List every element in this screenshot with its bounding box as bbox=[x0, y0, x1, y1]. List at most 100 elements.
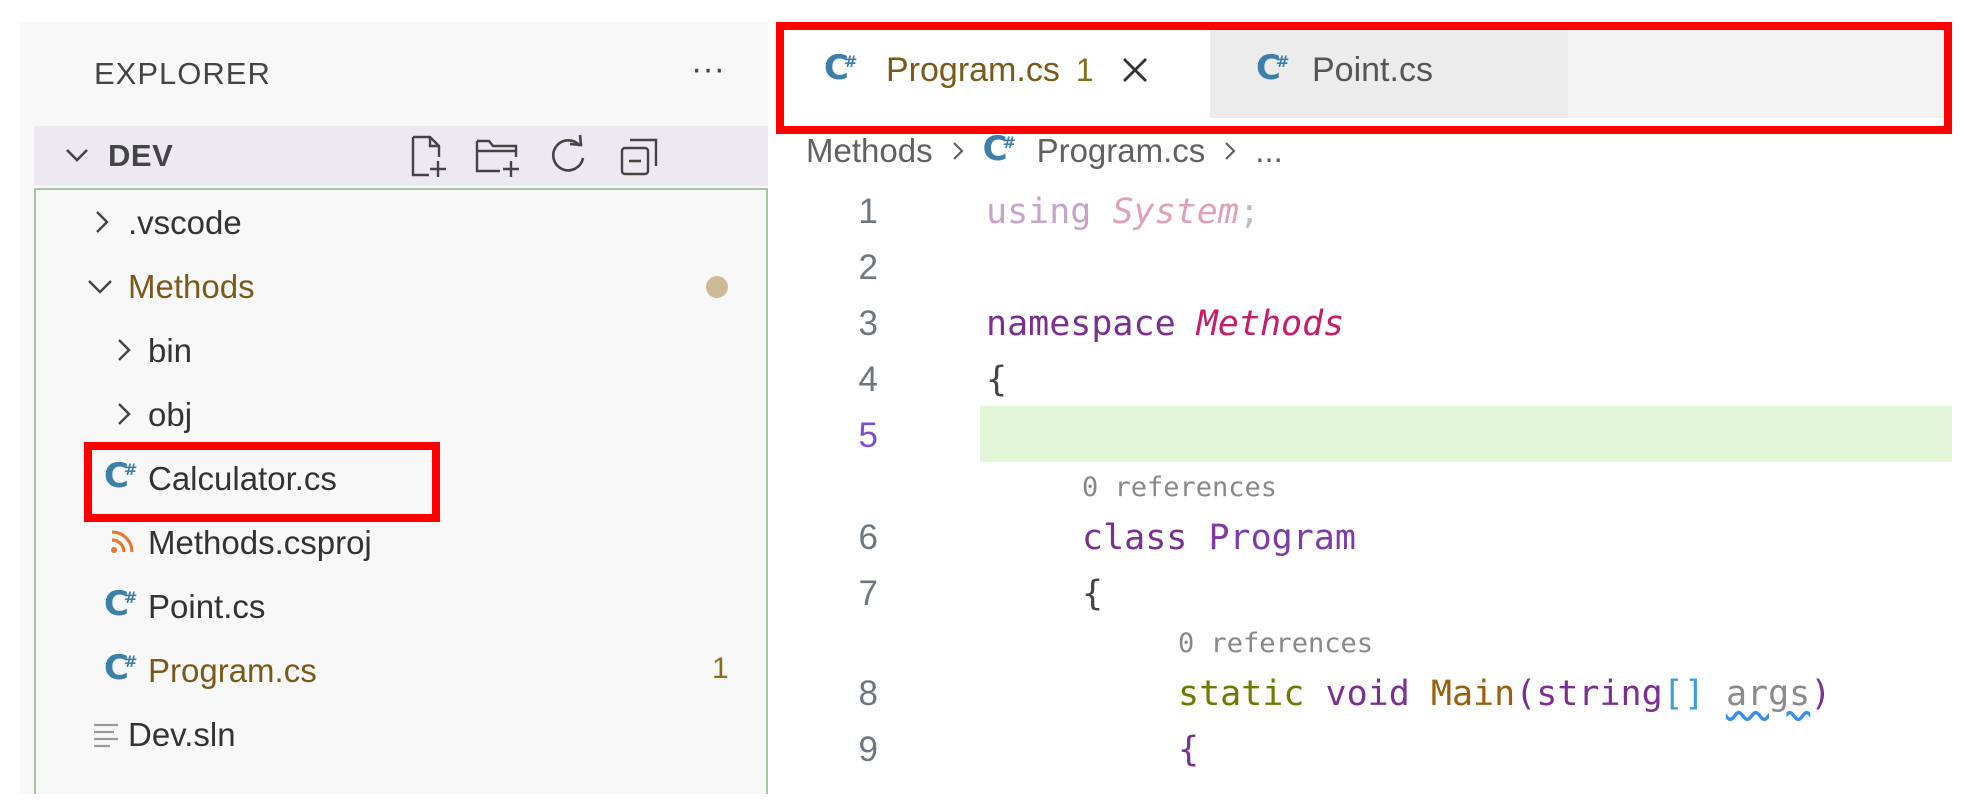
more-actions-icon[interactable]: ··· bbox=[678, 44, 738, 94]
code-line[interactable]: 5 bbox=[768, 406, 1952, 462]
code-token: string bbox=[1536, 674, 1663, 714]
code-line[interactable]: 8 static void Main(string[] args) bbox=[768, 664, 1952, 720]
code-line[interactable]: 1 using System; bbox=[768, 182, 1952, 238]
file-tree: .vscode Methods bin obj C # Calculator.cs bbox=[34, 188, 768, 794]
line-number: 7 bbox=[858, 574, 878, 613]
tree-item-label: Dev.sln bbox=[128, 716, 236, 753]
explorer-title: EXPLORER bbox=[94, 56, 271, 91]
tree-item-label: obj bbox=[148, 396, 193, 433]
tree-item-label: Program.cs bbox=[148, 652, 317, 689]
current-line-highlight bbox=[980, 406, 1952, 462]
code-line[interactable]: 2 bbox=[768, 238, 1952, 294]
line-number: 8 bbox=[858, 674, 878, 713]
refresh-icon[interactable] bbox=[544, 132, 592, 180]
code-token: args bbox=[1725, 674, 1811, 714]
collapse-all-icon[interactable] bbox=[616, 132, 664, 180]
rss-icon bbox=[111, 530, 134, 553]
code-text: static void Main(string[] args) bbox=[1178, 674, 1831, 714]
editor-area: C # Program.cs 1 C # Point.cs Methods C # P… bbox=[768, 22, 1952, 794]
code-token: class bbox=[1082, 518, 1188, 558]
tab-problem-badge: 1 bbox=[1075, 51, 1094, 88]
chevron-right-icon bbox=[118, 339, 131, 361]
new-folder-icon[interactable] bbox=[474, 132, 522, 180]
tree-item-label: Point.cs bbox=[148, 588, 266, 625]
line-number: 3 bbox=[858, 304, 878, 343]
line-number: 1 bbox=[858, 192, 878, 231]
chevron-right-icon bbox=[96, 211, 109, 233]
code-token: namespace bbox=[986, 304, 1176, 344]
tab-label: Program.cs bbox=[886, 50, 1060, 89]
code-token: ( bbox=[1515, 674, 1537, 714]
line-number: 4 bbox=[858, 360, 878, 399]
tree-item-point-cs[interactable]: C # Point.cs bbox=[36, 574, 766, 638]
tree-item-label: bin bbox=[148, 332, 193, 369]
codelens-references[interactable]: 0 references bbox=[1178, 628, 1373, 659]
tree-item-bin[interactable]: bin bbox=[36, 318, 766, 382]
explorer-sidebar: EXPLORER ··· DEV .vscode Methods bin obj… bbox=[20, 22, 768, 794]
section-header-dev[interactable]: DEV bbox=[34, 126, 768, 186]
code-text: { bbox=[1082, 574, 1103, 614]
tree-item-vscode[interactable]: .vscode bbox=[36, 190, 766, 254]
line-number: 2 bbox=[858, 248, 878, 287]
line-number: 9 bbox=[858, 730, 878, 769]
chevron-right-icon bbox=[1225, 142, 1236, 160]
tree-item-label: Calculator.cs bbox=[148, 460, 337, 497]
code-token: { bbox=[1178, 730, 1200, 770]
tab-program-cs[interactable]: C # Program.cs 1 bbox=[768, 22, 1210, 118]
tree-item-label: .vscode bbox=[128, 204, 242, 241]
chevron-right-icon bbox=[952, 142, 964, 160]
chevron-down-icon bbox=[66, 149, 88, 162]
csharp-file-icon: C # bbox=[104, 456, 138, 496]
code-line[interactable]: 4{ bbox=[768, 350, 1952, 406]
code-token: { bbox=[986, 360, 1008, 400]
codelens-references[interactable]: 0 references bbox=[1082, 472, 1277, 503]
line-number: 5 bbox=[858, 416, 878, 455]
line-number: 6 bbox=[858, 518, 878, 557]
problem-count-badge: 1 bbox=[712, 652, 729, 685]
breadcrumb-file[interactable]: Program.cs bbox=[1037, 132, 1206, 170]
tree-item-methods[interactable]: Methods bbox=[36, 254, 766, 318]
code-token: [] bbox=[1662, 674, 1705, 714]
tree-item-obj[interactable]: obj bbox=[36, 382, 766, 446]
breadcrumb-folder[interactable]: Methods bbox=[806, 132, 933, 170]
code-text: class Program bbox=[1082, 518, 1356, 558]
tab-label: Point.cs bbox=[1312, 50, 1433, 89]
code-line[interactable]: 9{ bbox=[768, 720, 1952, 776]
tree-item-program-cs[interactable]: C # Program.cs 1 bbox=[36, 638, 766, 702]
code-token: Main bbox=[1430, 674, 1516, 714]
breadcrumb: Methods C # Program.cs ... bbox=[806, 126, 1283, 176]
code-editor[interactable]: 1 using System; 2 3 namespace Methods 4{5 0 re… bbox=[768, 182, 1952, 794]
code-token: ; bbox=[1238, 192, 1260, 232]
tree-item-methods-csproj[interactable]: Methods.csproj bbox=[36, 510, 766, 574]
tree-item-calculator-cs[interactable]: C # Calculator.cs bbox=[36, 446, 766, 510]
new-file-icon[interactable] bbox=[404, 132, 452, 180]
csharp-file-icon: C # bbox=[824, 48, 858, 88]
tab-point-cs[interactable]: C # Point.cs bbox=[1210, 22, 1568, 118]
code-token: void bbox=[1325, 674, 1410, 714]
chevron-right-icon bbox=[118, 403, 131, 425]
csharp-file-icon: C # bbox=[1256, 48, 1290, 88]
breadcrumb-more[interactable]: ... bbox=[1255, 132, 1283, 170]
close-icon[interactable] bbox=[1120, 55, 1150, 85]
code-line[interactable]: 6 class Program bbox=[768, 508, 1952, 564]
csharp-file-icon: C # bbox=[982, 129, 1016, 169]
modified-dot-badge bbox=[706, 276, 728, 298]
code-line[interactable]: 3 namespace Methods bbox=[768, 294, 1952, 350]
code-text: using System; bbox=[986, 192, 1260, 232]
vscode-window: EXPLORER ··· DEV .vscode Methods bin obj… bbox=[20, 22, 1952, 794]
csharp-file-icon: C # bbox=[104, 584, 138, 624]
code-text: namespace Methods bbox=[986, 304, 1344, 344]
tab-bar: C # Program.cs 1 C # Point.cs bbox=[768, 22, 1952, 118]
code-token: Methods bbox=[1196, 304, 1345, 344]
code-line[interactable]: 7{ bbox=[768, 564, 1952, 620]
section-title: DEV bbox=[108, 138, 174, 173]
code-token: ) bbox=[1810, 674, 1832, 714]
code-token: { bbox=[1082, 574, 1104, 614]
tree-item-dev-sln[interactable]: Dev.sln bbox=[36, 702, 766, 766]
chevron-down-icon bbox=[88, 280, 112, 294]
